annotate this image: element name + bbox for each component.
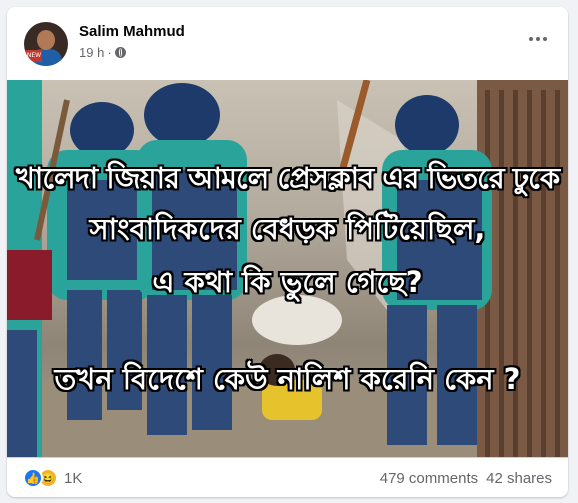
overlay-line-3: এ কথা কি ভুলে গেছে? bbox=[152, 265, 423, 299]
post-stats: 479 comments 42 shares bbox=[380, 470, 552, 487]
overlay-line-2: সাংবাদিকদের বেধড়ক পিটিয়েছিল, bbox=[89, 212, 486, 246]
avatar-face bbox=[37, 30, 55, 50]
comments-count[interactable]: 479 comments bbox=[380, 470, 478, 487]
avatar-badge: NEW bbox=[26, 50, 42, 62]
more-options-icon[interactable] bbox=[524, 27, 552, 51]
shares-count[interactable]: 42 shares bbox=[486, 470, 552, 487]
author-name[interactable]: Salim Mahmud bbox=[79, 23, 185, 40]
meta-separator: · bbox=[107, 45, 112, 60]
post-footer: 👍 😆 1K 479 comments 42 shares bbox=[7, 457, 568, 497]
reactions-summary[interactable]: 👍 😆 1K bbox=[23, 468, 82, 488]
globe-icon bbox=[114, 47, 126, 58]
overlay-line-4: তখন বিদেশে কেউ নালিশ করেনি কেন ? bbox=[54, 362, 521, 396]
post-meta: 19 h · bbox=[79, 45, 126, 60]
reaction-count: 1K bbox=[64, 469, 83, 487]
post-time[interactable]: 19 h bbox=[79, 45, 104, 60]
like-icon: 👍 bbox=[23, 468, 43, 488]
post-card: NEW Salim Mahmud 19 h · খালেদা জিয়ার আম… bbox=[7, 7, 568, 497]
post-image[interactable]: খালেদা জিয়ার আমলে প্রেসক্লাব এর ভিতরে ঢ… bbox=[7, 80, 568, 457]
overlay-line-1: খালেদা জিয়ার আমলে প্রেসক্লাব এর ভিতরে ঢ… bbox=[15, 161, 560, 195]
avatar[interactable]: NEW bbox=[24, 22, 68, 66]
